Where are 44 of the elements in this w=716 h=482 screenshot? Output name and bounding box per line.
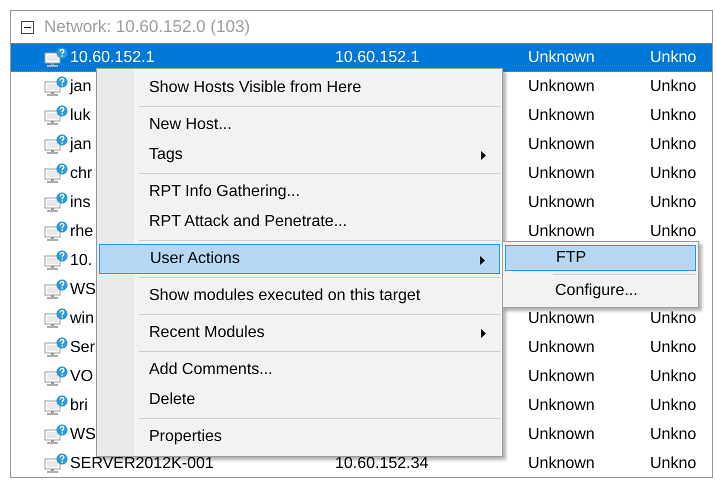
host-name: SERVER2012K-001 (70, 454, 214, 474)
table-cell: Unknown (528, 368, 595, 384)
host-name: ins (70, 192, 90, 212)
table-cell: Unknown (528, 338, 595, 356)
table-cell: Unknown (528, 48, 595, 66)
table-cell: Unkno (650, 368, 696, 384)
table-cell: Unknown (528, 222, 595, 240)
host-address: 10.60.152.34 (335, 454, 428, 472)
table-cell: Unkno (650, 222, 696, 240)
host-name: bri (70, 396, 88, 416)
table-cell: Unkno (650, 426, 696, 442)
host-name: rhe (70, 222, 94, 242)
host-name: jan (70, 76, 92, 96)
table-cell: Unkno (650, 338, 696, 356)
table-cell: Unknown (528, 106, 595, 124)
table-cell: Unkno (650, 396, 696, 414)
host-name: VO (70, 366, 94, 386)
host-name: win (70, 308, 94, 328)
table-cell: Unknown (528, 78, 595, 94)
table-cell: Unkno (650, 136, 696, 152)
host-name: 10. (70, 250, 92, 270)
table-cell: Unknown (528, 454, 595, 472)
table-cell: Unknown (528, 136, 595, 152)
table-cell: Unknown (528, 310, 595, 326)
host-name: WS (70, 424, 96, 444)
host-name: jan (70, 134, 92, 154)
table-cell: Unknown (528, 164, 595, 182)
host-name: Ser (70, 338, 95, 358)
table-cell: Unkno (650, 48, 696, 66)
table-cell: Unkno (650, 164, 696, 182)
table-cell: Unknown (528, 426, 595, 442)
host-address: 10.60.152.1 (335, 48, 420, 66)
network-title: Network: 10.60.152.0 (103) (44, 16, 250, 38)
table-cell: Unknown (528, 194, 595, 210)
host-name: 10.60.152.1 (70, 48, 155, 68)
table-cell: Unkno (650, 454, 696, 472)
table-cell: Unkno (650, 310, 696, 326)
host-name: luk (70, 106, 90, 126)
host-name: chr (70, 164, 92, 184)
table-cell: Unkno (650, 106, 696, 124)
table-cell: Unknown (528, 396, 595, 414)
host-name: WS (70, 280, 96, 300)
table-cell: Unkno (650, 194, 696, 210)
table-cell: Unkno (650, 78, 696, 94)
